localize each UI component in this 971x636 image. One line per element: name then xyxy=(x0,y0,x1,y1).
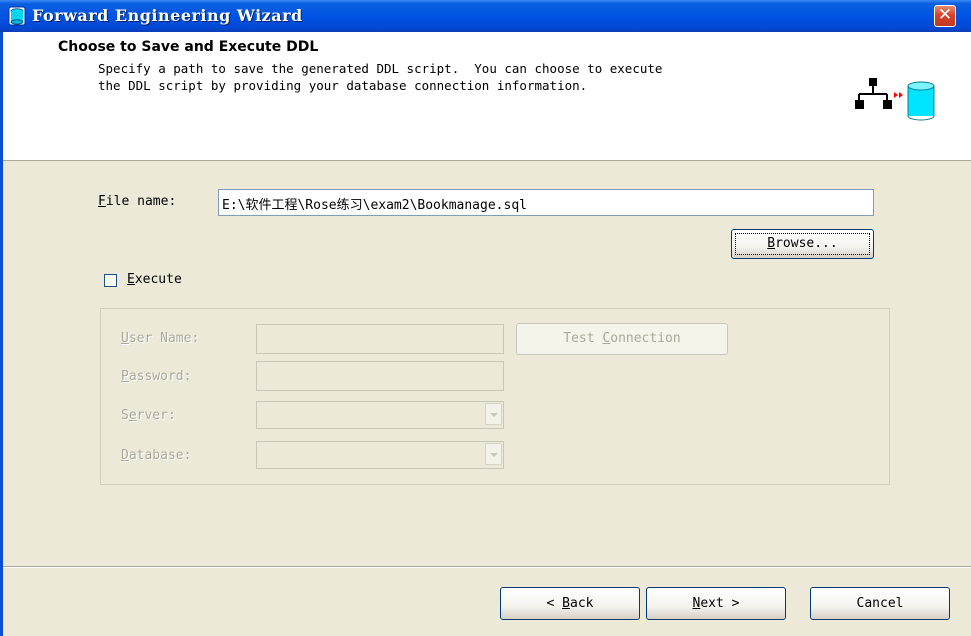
execute-label[interactable]: Execute xyxy=(127,272,182,287)
server-label: Server: xyxy=(121,408,176,423)
file-name-label: File name: xyxy=(98,194,177,209)
page-description: Specify a path to save the generated DDL… xyxy=(98,60,662,94)
schema-to-database-icon xyxy=(855,78,935,121)
footer-divider xyxy=(3,566,971,568)
back-button[interactable]: < Back xyxy=(500,587,640,620)
test-connection-button[interactable]: Test Connection xyxy=(516,323,728,355)
browse-button[interactable]: Browse... xyxy=(731,229,874,259)
cancel-button[interactable]: Cancel xyxy=(810,587,950,620)
page-title: Choose to Save and Execute DDL xyxy=(58,39,319,55)
window-title: Forward Engineering Wizard xyxy=(32,6,303,25)
file-name-value: E:\软件工程\Rose练习\exam2\Bookmanage.sql xyxy=(222,198,527,213)
description-line-2: the DDL script by providing your databas… xyxy=(98,78,588,93)
title-bar[interactable]: Forward Engineering Wizard ✕ xyxy=(0,0,971,32)
next-button[interactable]: Next > xyxy=(646,587,786,620)
description-line-1: Specify a path to save the generated DDL… xyxy=(98,61,663,76)
close-button[interactable]: ✕ xyxy=(934,5,956,27)
password-input[interactable] xyxy=(256,361,504,391)
database-select[interactable] xyxy=(256,441,504,469)
server-select[interactable] xyxy=(256,401,504,429)
execute-checkbox[interactable] xyxy=(104,274,117,287)
database-icon xyxy=(8,6,26,26)
database-label: Database: xyxy=(121,448,192,463)
user-name-label: User Name: xyxy=(121,331,200,346)
close-icon: ✕ xyxy=(937,5,953,25)
file-name-input[interactable]: E:\软件工程\Rose练习\exam2\Bookmanage.sql xyxy=(218,189,874,216)
user-name-input[interactable] xyxy=(256,324,504,354)
database-dropdown-icon[interactable] xyxy=(485,443,502,465)
password-label: Password: xyxy=(121,369,192,384)
server-dropdown-icon[interactable] xyxy=(485,403,502,425)
